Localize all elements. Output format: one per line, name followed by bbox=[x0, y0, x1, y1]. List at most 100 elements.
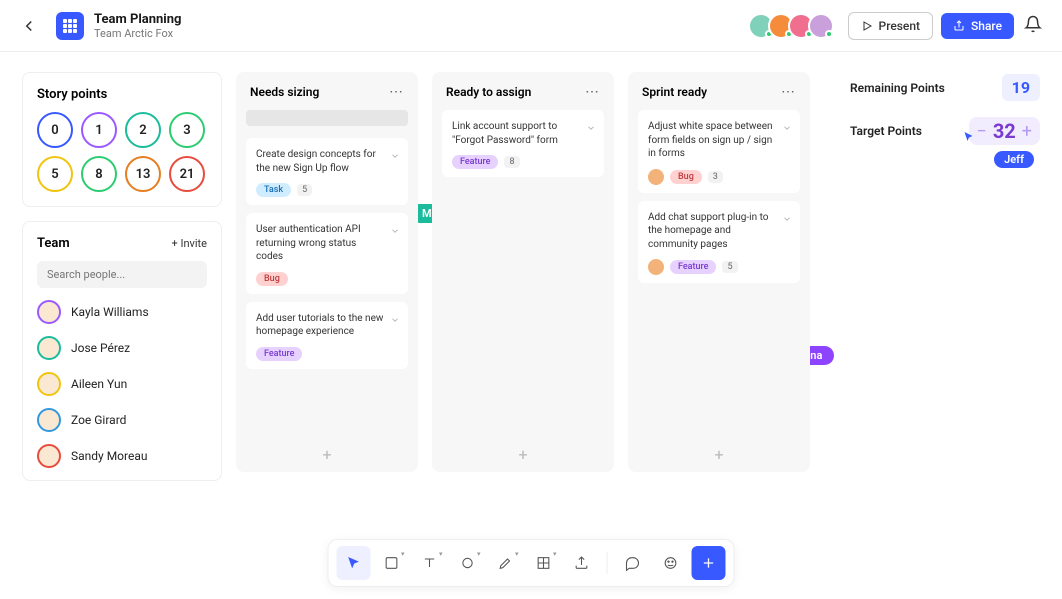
chevron-down-icon[interactable] bbox=[390, 310, 400, 329]
column-menu-icon[interactable]: ⋯ bbox=[389, 84, 404, 100]
story-point-chip[interactable]: 0 bbox=[37, 112, 73, 148]
share-button[interactable]: Share bbox=[941, 13, 1014, 39]
column-title: Ready to assign bbox=[446, 85, 531, 99]
story-point-chip[interactable]: 5 bbox=[37, 156, 73, 192]
remaining-points-value: 19 bbox=[1002, 74, 1040, 101]
present-button[interactable]: Present bbox=[848, 12, 934, 40]
task-title: Create design concepts for the new Sign … bbox=[256, 148, 398, 175]
presence-avatar[interactable] bbox=[808, 13, 834, 39]
task-card[interactable]: Link account support to "Forgot Password… bbox=[442, 110, 604, 177]
tag-task: Task bbox=[256, 183, 291, 197]
story-points-card: Story points 0123581321 bbox=[22, 72, 222, 207]
team-member-name: Aileen Yun bbox=[71, 377, 127, 391]
team-list: Kayla Williams Jose Pérez Aileen Yun Zoe Gi… bbox=[37, 300, 207, 468]
column-menu-icon[interactable]: ⋯ bbox=[781, 84, 796, 100]
story-point-badge: 5 bbox=[722, 261, 737, 273]
story-point-chip[interactable]: 8 bbox=[81, 156, 117, 192]
tool-sticky[interactable]: ▾ bbox=[375, 546, 409, 580]
tool-frame[interactable]: ▾ bbox=[527, 546, 561, 580]
tool-pen[interactable]: ▾ bbox=[489, 546, 523, 580]
add-card-button[interactable]: + bbox=[236, 435, 418, 464]
avatar bbox=[37, 300, 61, 324]
chevron-down-icon[interactable] bbox=[586, 118, 596, 137]
story-point-badge: 3 bbox=[708, 171, 723, 183]
team-name-subtitle: Team Arctic Fox bbox=[94, 27, 181, 40]
left-column: Story points 0123581321 Team + Invite Ka… bbox=[22, 72, 222, 481]
team-member-name: Zoe Girard bbox=[71, 413, 126, 427]
board-column: Needs sizing⋯Create design concepts for … bbox=[236, 72, 418, 472]
story-point-chip[interactable]: 21 bbox=[169, 156, 205, 192]
share-label: Share bbox=[971, 19, 1002, 33]
back-icon[interactable] bbox=[20, 17, 38, 35]
drop-placeholder bbox=[246, 110, 408, 126]
team-item[interactable]: Jose Pérez bbox=[37, 336, 207, 360]
tool-shape[interactable]: ▾ bbox=[451, 546, 485, 580]
task-card[interactable]: Create design concepts for the new Sign … bbox=[246, 138, 408, 205]
task-card[interactable]: Add user tutorials to the new homepage e… bbox=[246, 302, 408, 369]
presence-avatars[interactable] bbox=[754, 13, 834, 39]
column-menu-icon[interactable]: ⋯ bbox=[585, 84, 600, 100]
invite-button[interactable]: + Invite bbox=[172, 237, 207, 250]
increment-button[interactable]: + bbox=[1022, 121, 1032, 142]
team-member-name: Kayla Williams bbox=[71, 305, 149, 319]
task-card[interactable]: User authentication API returning wrong … bbox=[246, 213, 408, 294]
tag-bug: Bug bbox=[670, 170, 702, 184]
play-icon bbox=[861, 20, 873, 32]
tag-feature: Feature bbox=[670, 260, 716, 274]
main-area: Story points 0123581321 Team + Invite Ka… bbox=[0, 52, 1062, 501]
tool-upload[interactable] bbox=[565, 546, 599, 580]
story-point-badge: 8 bbox=[504, 156, 519, 168]
team-item[interactable]: Aileen Yun bbox=[37, 372, 207, 396]
task-title: Adjust white space between form fields o… bbox=[648, 120, 790, 161]
story-points-grid: 0123 581321 bbox=[37, 112, 207, 192]
target-points-label: Target Points bbox=[850, 124, 922, 138]
tool-comment[interactable] bbox=[616, 546, 650, 580]
story-point-chip[interactable]: 2 bbox=[125, 112, 161, 148]
header: Team Planning Team Arctic Fox Present Sh… bbox=[0, 0, 1062, 52]
team-item[interactable]: Sandy Moreau bbox=[37, 444, 207, 468]
kanban-board: Mona Yana Needs sizing⋯Create design con… bbox=[236, 72, 836, 481]
task-card[interactable]: Adjust white space between form fields o… bbox=[638, 110, 800, 193]
tool-stamp[interactable] bbox=[654, 546, 688, 580]
story-point-badge: 5 bbox=[297, 184, 312, 196]
board-column: Ready to assign ⋯ Link account support to … bbox=[432, 72, 614, 472]
task-title: Add chat support plug-in to the homepage… bbox=[648, 211, 790, 252]
story-point-chip[interactable]: 13 bbox=[125, 156, 161, 192]
chevron-down-icon[interactable] bbox=[782, 209, 792, 228]
task-title: Add user tutorials to the new homepage e… bbox=[256, 312, 398, 339]
present-label: Present bbox=[879, 19, 921, 33]
add-card-button[interactable]: + bbox=[628, 435, 810, 464]
tool-add[interactable] bbox=[692, 546, 726, 580]
target-points-row: Target Points − 32 + Jeff bbox=[850, 115, 1040, 147]
team-member-name: Jose Pérez bbox=[71, 341, 130, 355]
chevron-down-icon[interactable] bbox=[390, 146, 400, 165]
team-item[interactable]: Zoe Girard bbox=[37, 408, 207, 432]
chevron-down-icon[interactable] bbox=[782, 118, 792, 137]
chevron-down-icon[interactable] bbox=[390, 221, 400, 240]
team-heading: Team bbox=[37, 236, 70, 251]
tool-select[interactable] bbox=[337, 546, 371, 580]
team-search-input[interactable] bbox=[37, 261, 207, 288]
notifications-icon[interactable] bbox=[1024, 15, 1042, 37]
page-title: Team Planning bbox=[94, 12, 181, 27]
tool-text[interactable]: ▾ bbox=[413, 546, 447, 580]
story-point-chip[interactable]: 1 bbox=[81, 112, 117, 148]
metrics-column: Remaining Points 19 Target Points − 32 +… bbox=[850, 72, 1040, 481]
cursor-icon bbox=[963, 131, 975, 143]
share-icon bbox=[953, 20, 965, 32]
remaining-points-label: Remaining Points bbox=[850, 81, 945, 95]
story-point-chip[interactable]: 3 bbox=[169, 112, 205, 148]
team-item[interactable]: Kayla Williams bbox=[37, 300, 207, 324]
task-title: Link account support to "Forgot Password… bbox=[452, 120, 594, 147]
task-card[interactable]: Add chat support plug-in to the homepage… bbox=[638, 201, 800, 284]
title-block: Team Planning Team Arctic Fox bbox=[94, 12, 181, 40]
assignee-avatar bbox=[648, 259, 664, 275]
column-title: Sprint ready bbox=[642, 85, 707, 99]
assignee-avatar bbox=[648, 169, 664, 185]
board-column: Sprint ready ⋯ Adjust white space between … bbox=[628, 72, 810, 472]
board-logo-icon bbox=[56, 12, 84, 40]
cursor-jeff-label: Jeff bbox=[994, 151, 1034, 168]
avatar bbox=[37, 444, 61, 468]
decrement-button[interactable]: − bbox=[977, 121, 987, 142]
add-card-button[interactable]: + bbox=[432, 435, 614, 464]
